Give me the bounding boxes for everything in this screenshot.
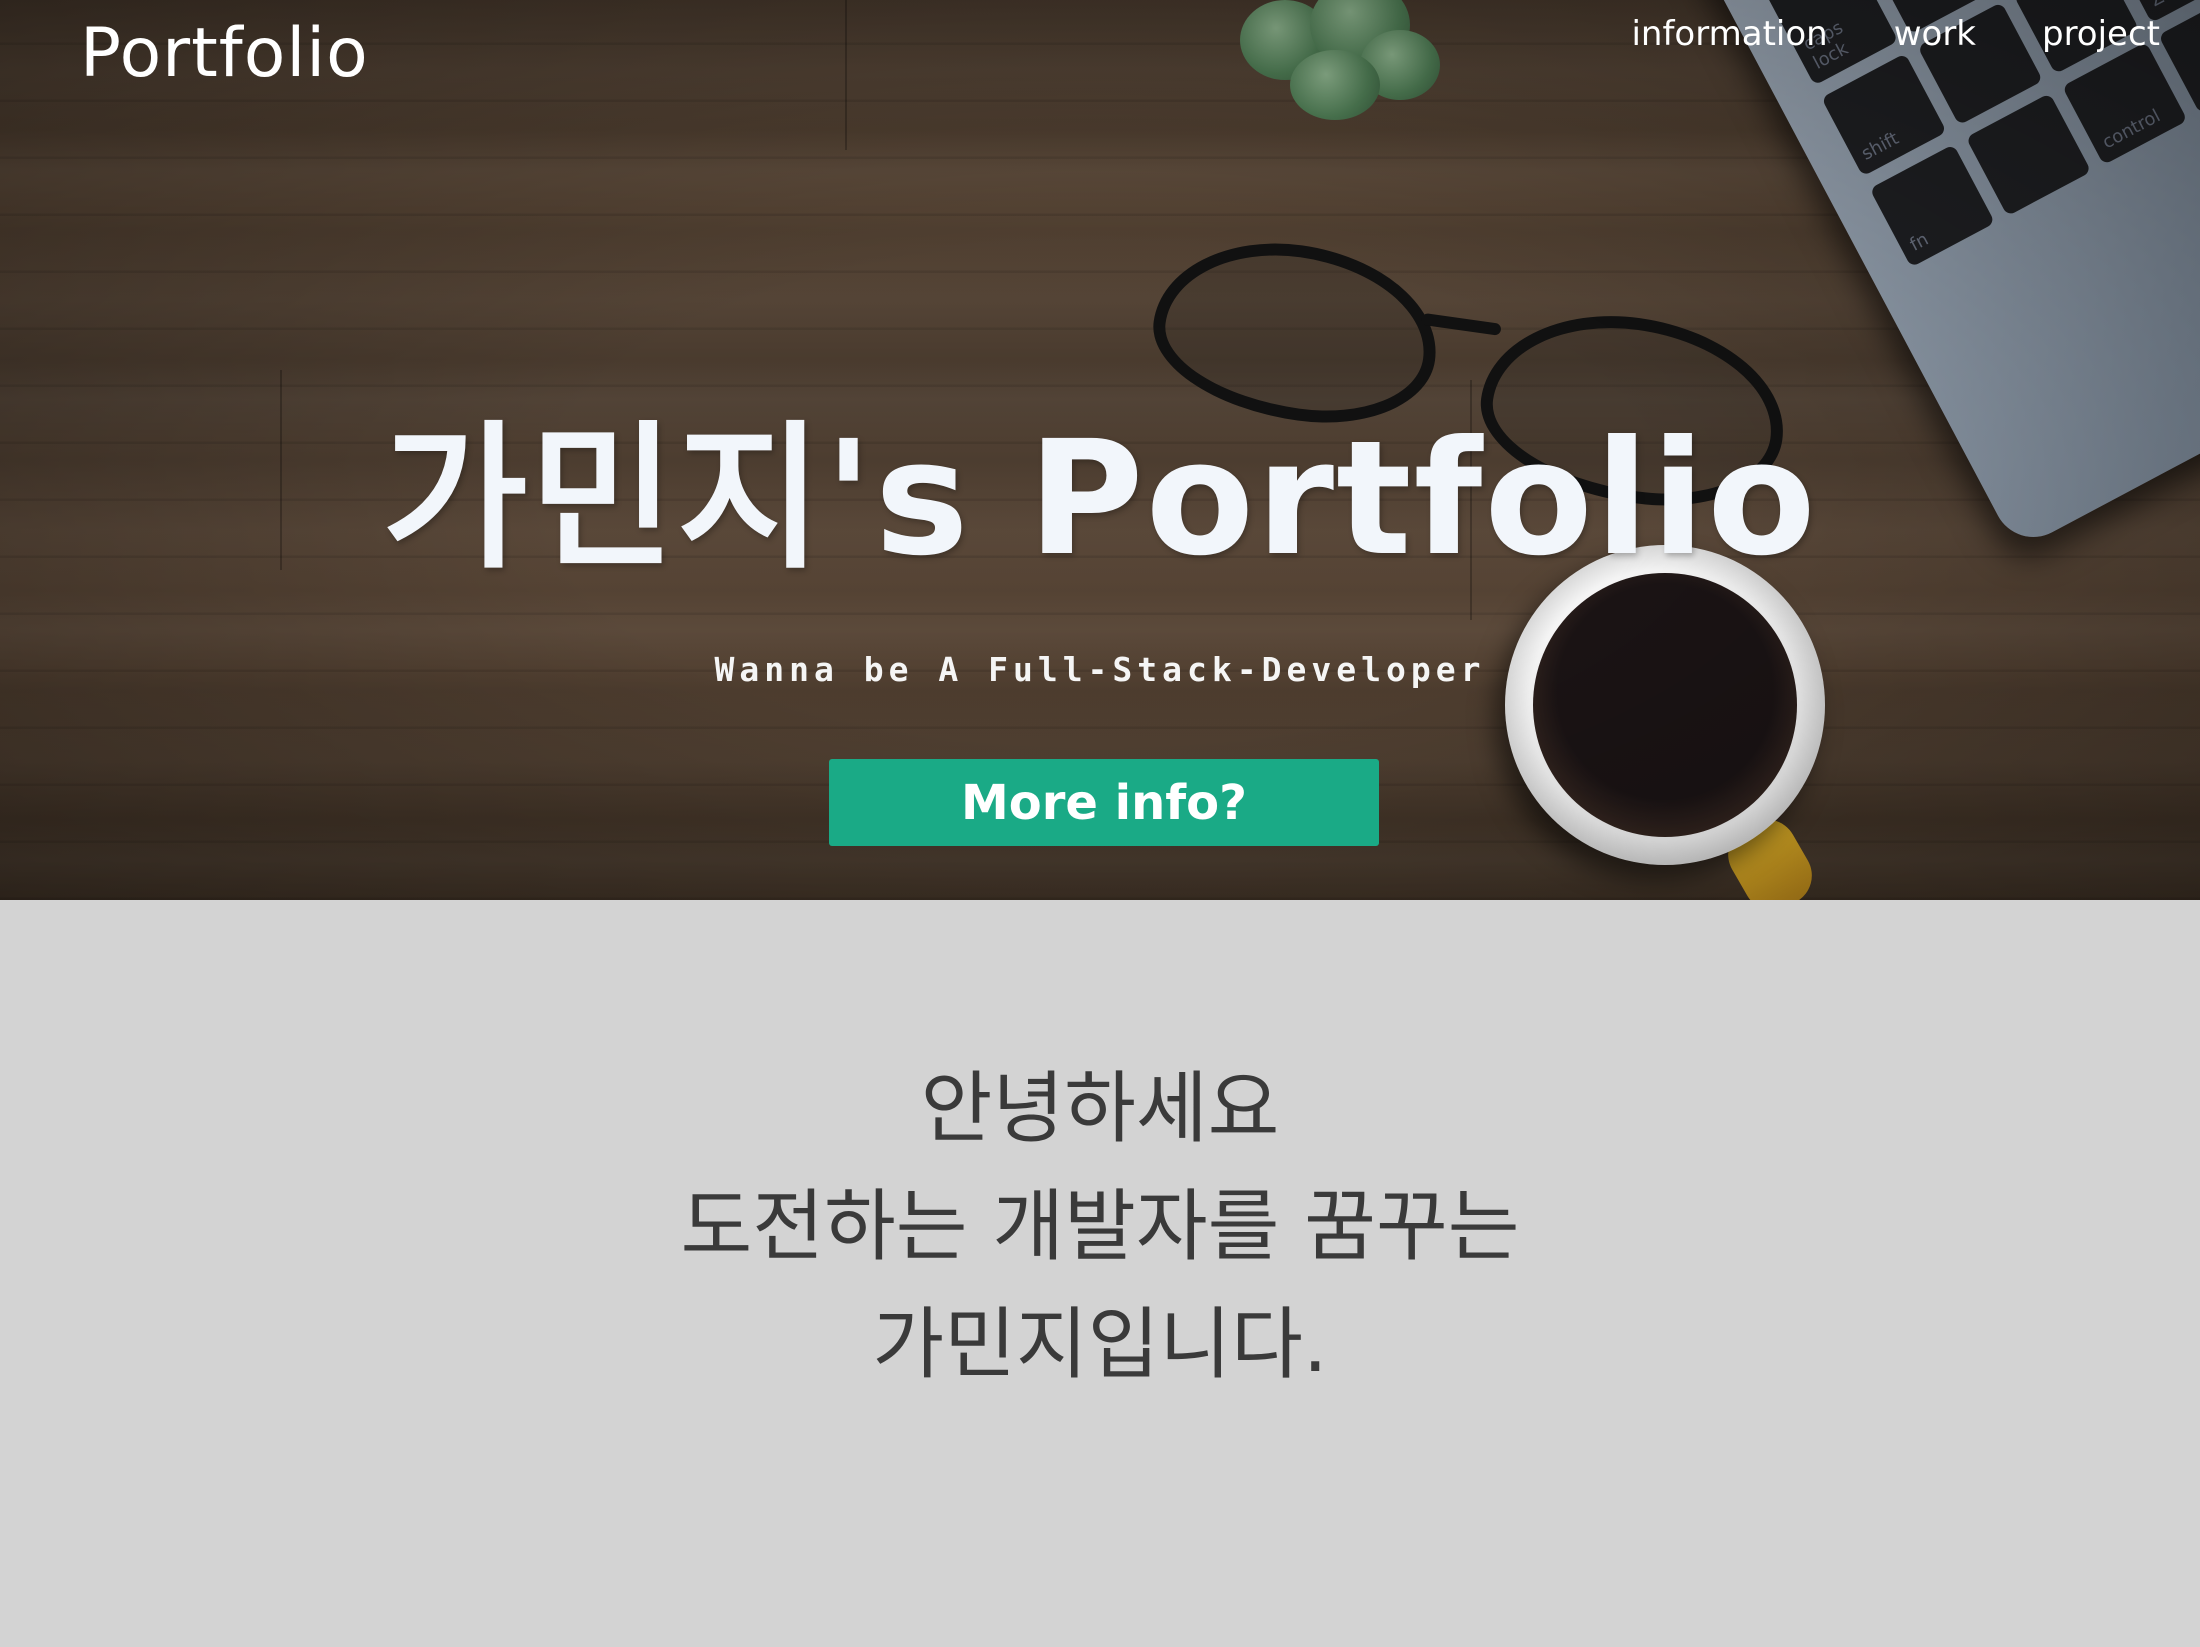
more-info-button[interactable]: More info?: [829, 759, 1379, 846]
nav-item-work[interactable]: work: [1894, 14, 1976, 54]
intro-section: 안녕하세요 도전하는 개발자를 꿈꾸는 가민지입니다.: [0, 900, 2200, 1647]
intro-line: 도전하는 개발자를 꿈꾸는: [680, 1182, 1520, 1272]
intro-line: 가민지입니다.: [872, 1300, 1328, 1390]
intro-line: 안녕하세요: [920, 1064, 1280, 1154]
nav-item-information[interactable]: information: [1631, 14, 1827, 54]
nav-item-project[interactable]: project: [2042, 14, 2160, 54]
plant-decoration: [1230, 0, 1470, 130]
hero-section: tabQDcaps lockAshiftZXfncontroloptioncom…: [0, 0, 2200, 900]
main-nav: information work project: [1631, 14, 2160, 54]
hero-title: 가민지's Portfolio: [382, 407, 1818, 591]
hero-subtitle: Wanna be A Full-Stack-Developer: [714, 650, 1486, 689]
brand-logo[interactable]: Portfolio: [80, 14, 369, 93]
intro-text: 안녕하세요 도전하는 개발자를 꿈꾸는 가민지입니다.: [0, 1050, 2200, 1404]
coffee-mug-decoration: [1505, 545, 1825, 865]
plank-seam: [845, 0, 847, 150]
